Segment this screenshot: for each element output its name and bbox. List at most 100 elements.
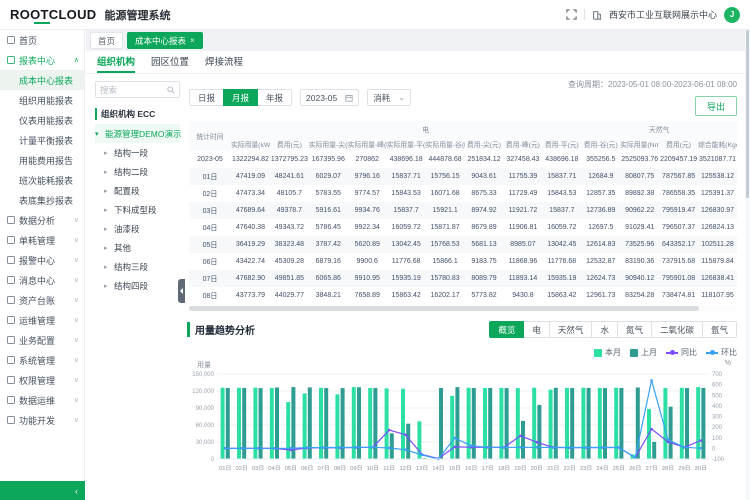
tab-组织机构[interactable]: 组织机构 xyxy=(97,51,135,73)
cell: 125391.37 xyxy=(698,185,737,202)
export-button[interactable]: 导出 xyxy=(695,96,737,116)
page-tabs: 组织机构园区位置焊接流程 xyxy=(86,51,745,74)
line-marker xyxy=(650,428,653,431)
cell: 6065.86 xyxy=(309,270,348,287)
cell: 102511.28 xyxy=(698,236,737,253)
sidebar-item-数据分析[interactable]: 数据分析∨ xyxy=(0,210,84,230)
sidebar-item-权限管理[interactable]: 权限管理∨ xyxy=(0,370,84,390)
line-marker xyxy=(618,446,621,449)
filter-right: 查询周期：2023-05-01 08:00-2023-06-01 08:00 导… xyxy=(568,79,737,116)
y-right-tick: 100 xyxy=(712,436,723,442)
sidebar-item-消息中心[interactable]: 消息中心∨ xyxy=(0,270,84,290)
cell: 38323.48 xyxy=(270,236,309,253)
sidebar-item-数据运维[interactable]: 数据运维∨ xyxy=(0,390,84,410)
tree-node-root[interactable]: ▾能源管理DEMO演示 xyxy=(95,124,180,143)
sidebar-subitem-成本中心报表[interactable]: 成本中心报表 xyxy=(0,70,84,90)
tree-node-结构四段[interactable]: ▸结构四段 xyxy=(95,276,180,295)
trend-tab-天然气[interactable]: 天然气 xyxy=(549,321,593,338)
query-period-range: 2023-05-01 08:00-2023-06-01 08:00 xyxy=(608,80,737,89)
date-picker[interactable]: 2023-05 xyxy=(300,89,359,106)
cell: 36419.29 xyxy=(231,236,270,253)
tree-node-label: 结构一段 xyxy=(114,147,148,159)
sidebar-item-功能开发[interactable]: 功能开发∨ xyxy=(0,410,84,430)
trend-tab-概览[interactable]: 概览 xyxy=(489,321,524,338)
tab-园区位置[interactable]: 园区位置 xyxy=(151,51,189,73)
y-right-tick: 600 xyxy=(712,383,723,389)
tree-node-配置段[interactable]: ▸配置段 xyxy=(95,181,180,200)
sidebar-subitem-仪表用能报表[interactable]: 仪表用能报表 xyxy=(0,110,84,130)
sidebar-item-报表中心[interactable]: 报表中心∧ xyxy=(0,50,84,70)
tree-node-下料成型段[interactable]: ▸下料成型段 xyxy=(95,200,180,219)
sidebar-collapse-button[interactable]: ‹ xyxy=(0,481,85,500)
legend-label: 本月 xyxy=(605,347,621,358)
tree-collapse-handle[interactable] xyxy=(178,279,185,303)
sidebar-item-业务配置[interactable]: 业务配置∨ xyxy=(0,330,84,350)
line-marker xyxy=(519,435,522,438)
trend-tab-氮气[interactable]: 氮气 xyxy=(617,321,652,338)
bar xyxy=(570,388,574,459)
cell: 11776.68 xyxy=(542,253,581,270)
trend-tab-电[interactable]: 电 xyxy=(523,321,550,338)
cell: 3521087.71 xyxy=(698,151,737,168)
asset-ledger-icon xyxy=(7,296,15,304)
x-tick: 14日 xyxy=(432,465,444,472)
sidebar-subitem-组织用能报表[interactable]: 组织用能报表 xyxy=(0,90,84,110)
trend-tab-水[interactable]: 水 xyxy=(591,321,618,338)
sidebar-item-运维管理[interactable]: 运维管理∨ xyxy=(0,310,84,330)
tree-node-结构三段[interactable]: ▸结构三段 xyxy=(95,257,180,276)
legend-item-同比[interactable]: 同比 xyxy=(666,347,697,358)
sidebar-subitem-表底集抄报表[interactable]: 表底集抄报表 xyxy=(0,190,84,210)
table-hscroll-thumb[interactable] xyxy=(189,306,699,311)
bar xyxy=(652,442,656,459)
sidebar-subitem-用能费用报告[interactable]: 用能费用报告 xyxy=(0,150,84,170)
sidebar-subitem-班次能耗报表[interactable]: 班次能耗报表 xyxy=(0,170,84,190)
tree-header: 组织机构 ECC xyxy=(95,108,180,120)
breadcrumb-active-tab[interactable]: 成本中心报表 × xyxy=(127,32,203,49)
line-marker xyxy=(568,446,571,449)
tab-焊接流程[interactable]: 焊接流程 xyxy=(205,51,243,73)
bar xyxy=(390,433,394,459)
y-right-tick: 0 xyxy=(712,446,716,452)
close-tab-icon[interactable]: × xyxy=(190,36,195,45)
cell: 15935.19 xyxy=(542,270,581,287)
fullscreen-icon[interactable] xyxy=(566,9,577,20)
sidebar-item-报警中心[interactable]: 报警中心∨ xyxy=(0,250,84,270)
trend-tab-二氧化碳[interactable]: 二氧化碳 xyxy=(651,321,703,338)
bar xyxy=(467,388,471,459)
col-header: 费用(元) xyxy=(270,136,309,151)
sidebar-item-资产台账[interactable]: 资产台账∨ xyxy=(0,290,84,310)
period-button-年报[interactable]: 年报 xyxy=(257,89,292,106)
cell: 15768.53 xyxy=(426,236,465,253)
page-vscroll-thumb[interactable] xyxy=(746,30,749,198)
sidebar-item-单耗管理[interactable]: 单耗管理∨ xyxy=(0,230,84,250)
sidebar-item-首页[interactable]: 首页 xyxy=(0,30,84,50)
tree-node-结构二段[interactable]: ▸结构二段 xyxy=(95,162,180,181)
chevron-up-icon: ∧ xyxy=(74,56,79,64)
user-avatar[interactable]: J xyxy=(724,7,740,23)
row-label: 06日 xyxy=(189,253,231,270)
period-button-月报[interactable]: 月报 xyxy=(223,89,258,106)
trend-tab-氩气[interactable]: 氩气 xyxy=(702,321,737,338)
bar xyxy=(439,388,443,459)
ops-icon xyxy=(7,316,15,324)
line-marker xyxy=(470,445,473,448)
period-button-日报[interactable]: 日报 xyxy=(189,89,224,106)
cell: 786558.35 xyxy=(659,185,698,202)
table-row: 05日36419.2938323.483787.425620.8913042.4… xyxy=(189,236,737,253)
metric-select[interactable]: 消耗 ⌄ xyxy=(367,89,411,106)
legend-item-上月[interactable]: 上月 xyxy=(630,347,657,358)
tree-node-结构一段[interactable]: ▸结构一段 xyxy=(95,143,180,162)
cell: 43422.74 xyxy=(231,253,270,270)
sidebar-subitem-计量平衡报表[interactable]: 计量平衡报表 xyxy=(0,130,84,150)
tree-node-其他[interactable]: ▸其他 xyxy=(95,238,180,257)
breadcrumb-home-tab[interactable]: 首页 xyxy=(90,32,123,49)
legend-item-本月[interactable]: 本月 xyxy=(594,347,621,358)
bar xyxy=(488,388,492,459)
tree-node-油漆段[interactable]: ▸油漆段 xyxy=(95,219,180,238)
col-header-time: 统计时间 xyxy=(189,121,231,151)
line-marker xyxy=(273,447,276,450)
legend-item-环比[interactable]: 环比 xyxy=(706,347,737,358)
tree-search-input[interactable]: 搜索 xyxy=(95,81,180,98)
sidebar-item-系统管理[interactable]: 系统管理∨ xyxy=(0,350,84,370)
org-switcher[interactable]: 西安市工业互联网展示中心 xyxy=(609,8,717,21)
